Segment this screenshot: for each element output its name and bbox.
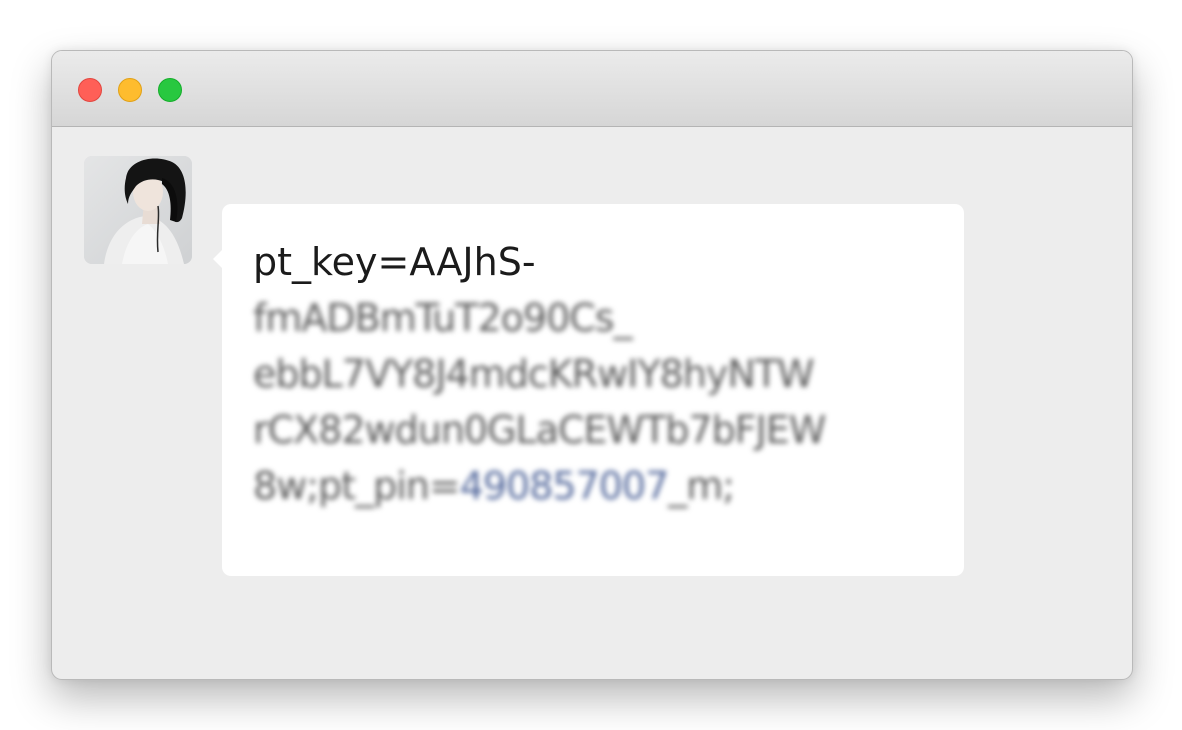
message-line-3: ebbL7VY8J4mdcKRwIY8hyNTW <box>253 352 815 396</box>
message-line-5-prefix: 8w;pt_pin= <box>253 464 461 508</box>
maximize-window-button[interactable] <box>158 78 182 102</box>
message-text: pt_key=AAJhS- fmADBmTuT2o90Cs_ ebbL7VY8J… <box>253 234 943 514</box>
message-line-5-suffix: _m; <box>668 464 735 508</box>
message-line-2: fmADBmTuT2o90Cs_ <box>253 296 633 340</box>
message-line-5: 8w;pt_pin=490857007_m; <box>253 458 943 514</box>
bubble-tail <box>213 250 222 268</box>
title-bar <box>52 51 1132 127</box>
message-line-1: pt_key=AAJhS- <box>253 240 536 284</box>
app-window: pt_key=AAJhS- fmADBmTuT2o90Cs_ ebbL7VY8J… <box>51 50 1133 680</box>
avatar[interactable] <box>84 156 192 264</box>
minimize-window-button[interactable] <box>118 78 142 102</box>
close-window-button[interactable] <box>78 78 102 102</box>
message-bubble[interactable]: pt_key=AAJhS- fmADBmTuT2o90Cs_ ebbL7VY8J… <box>213 204 964 576</box>
user-avatar-photo-icon <box>84 156 192 264</box>
message-line-4: rCX82wdun0GLaCEWTb7bFJEW <box>253 408 826 452</box>
pt-pin-link[interactable]: 490857007 <box>460 464 670 508</box>
